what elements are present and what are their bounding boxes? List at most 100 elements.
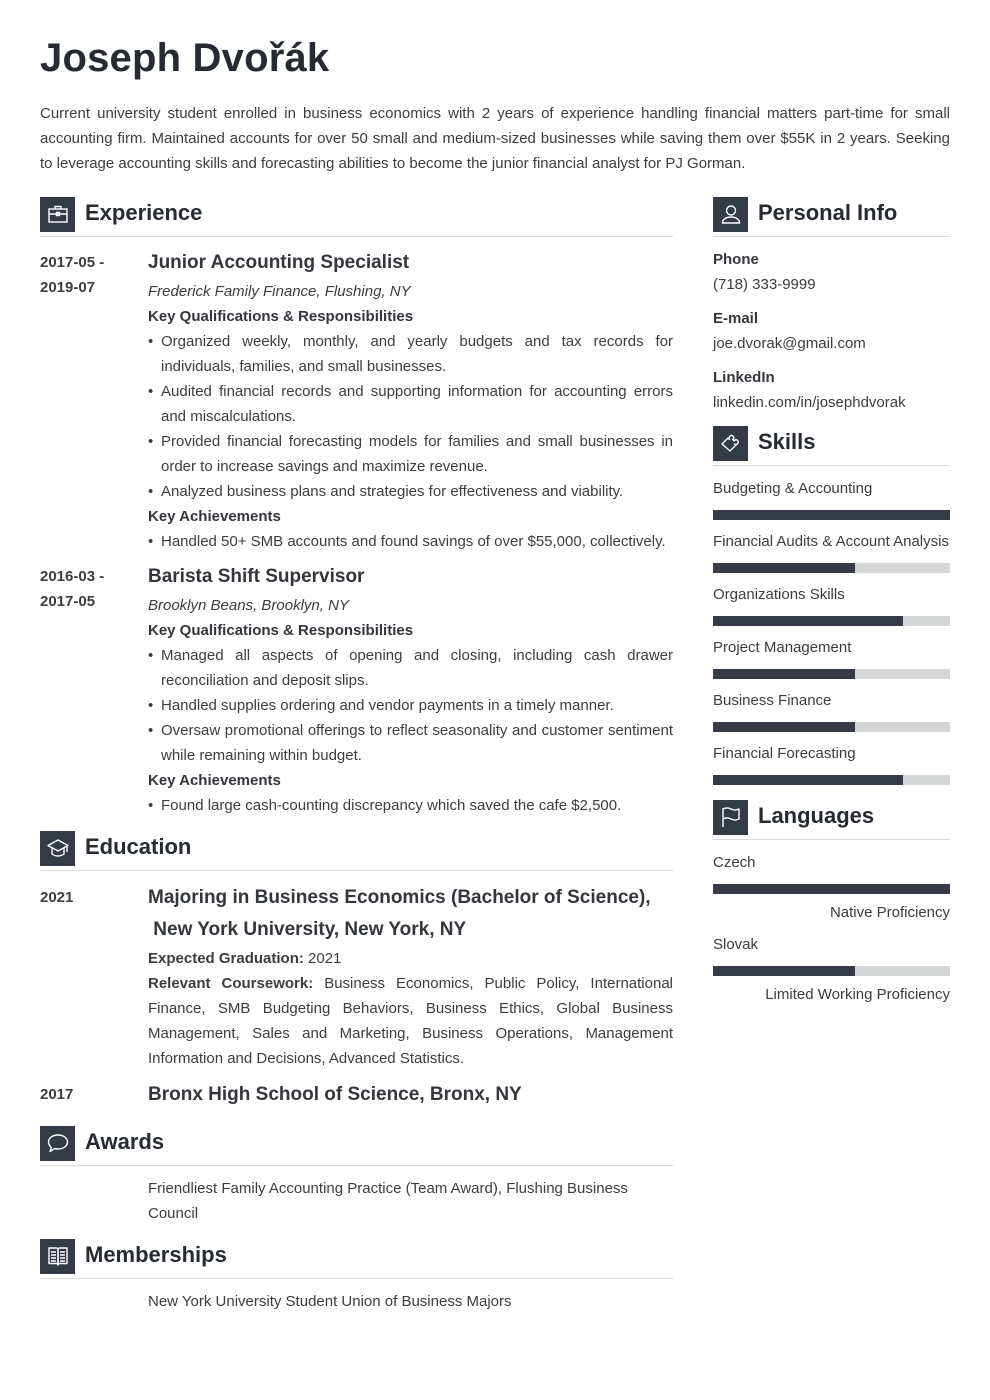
memberships-header: Memberships [40, 1238, 673, 1279]
email-label: E-mail [713, 310, 759, 327]
memberships-title: Memberships [85, 1242, 227, 1267]
qualifications-heading: Key Qualifications & Responsibilities [148, 308, 414, 325]
education-header: Education [40, 830, 673, 871]
achievements-list: Handled 50+ SMB accounts and found savin… [148, 529, 673, 554]
skill-item: Budgeting & Accounting [713, 476, 950, 520]
expected-graduation-label: Expected Graduation: [148, 950, 304, 967]
job-date-end: 2017-05 [40, 593, 96, 610]
list-item: Found large cash-counting discrepancy wh… [148, 793, 673, 818]
puzzle-piece-icon [713, 425, 748, 461]
education-entry: 2021 Majoring in Business Economics (Bac… [40, 882, 673, 1071]
list-item: Audited financial records and supporting… [148, 379, 673, 429]
education-date: 2017 [40, 1086, 74, 1103]
skill-name: Business Finance [713, 692, 832, 709]
linkedin-value[interactable]: linkedin.com/in/josephdvorak [713, 390, 950, 415]
language-name: Czech [713, 854, 756, 871]
awards-section: Awards Friendliest Family Accounting Pra… [40, 1125, 673, 1226]
skill-name: Financial Forecasting [713, 745, 856, 762]
coursework-label: Relevant Coursework: [148, 975, 314, 992]
skill-name: Project Management [713, 639, 852, 656]
language-level-bar [713, 884, 950, 894]
languages-title: Languages [758, 803, 875, 828]
list-item: Analyzed business plans and strategies f… [148, 479, 673, 504]
summary: Current university student enrolled in b… [40, 105, 950, 172]
education-title: Education [85, 834, 192, 859]
job-company: Brooklyn Beans, Brooklyn, NY [148, 597, 349, 614]
job-date-start: 2016-03 - [40, 568, 105, 585]
list-item: Organized weekly, monthly, and yearly bu… [148, 329, 673, 379]
briefcase-icon [40, 196, 75, 232]
skill-item: Business Finance [713, 688, 950, 732]
language-proficiency: Limited Working Proficiency [765, 986, 950, 1003]
skill-item: Financial Forecasting [713, 741, 950, 785]
skill-item: Financial Audits & Account Analysis [713, 529, 950, 573]
list-item: Oversaw promotional offerings to reflect… [148, 718, 673, 768]
language-level-fill [713, 884, 950, 894]
school-line: New York University, New York, NY [148, 919, 467, 940]
award-item: Friendliest Family Accounting Practice (… [148, 1180, 628, 1222]
job-company: Frederick Family Finance, Flushing, NY [148, 283, 411, 300]
degree-line: Majoring in Business Economics (Bachelor… [148, 887, 651, 908]
skill-level-fill [713, 722, 856, 732]
education-date: 2021 [40, 889, 74, 906]
responsibilities-list: Organized weekly, monthly, and yearly bu… [148, 329, 673, 504]
phone-value: (718) 333-9999 [713, 276, 816, 293]
skill-level-bar [713, 722, 950, 732]
skill-level-fill [713, 510, 950, 520]
list-item: Provided financial forecasting models fo… [148, 429, 673, 479]
job-date-end: 2019-07 [40, 279, 96, 296]
list-item: Managed all aspects of opening and closi… [148, 643, 673, 693]
job-title: Junior Accounting Specialist [148, 252, 410, 273]
achievements-list: Found large cash-counting discrepancy wh… [148, 793, 673, 818]
skill-level-fill [713, 563, 856, 573]
skill-item: Project Management [713, 635, 950, 679]
email-value[interactable]: joe.dvorak@gmail.com [713, 331, 950, 356]
degree-title: Majoring in Business Economics (Bachelor… [148, 882, 673, 946]
phone-label: Phone [713, 251, 759, 268]
languages-section: Languages Czech Native Proficiency Slovak L… [713, 799, 950, 1007]
candidate-name: Joseph Dvořák [40, 36, 330, 80]
user-icon [713, 196, 748, 232]
school-title: Bronx High School of Science, Bronx, NY [148, 1084, 522, 1105]
list-item: Handled supplies ordering and vendor pay… [148, 693, 673, 718]
open-book-icon [40, 1238, 75, 1274]
experience-section: Experience 2017-05 - 2019-07 Junior Acco… [40, 196, 673, 818]
skill-level-fill [713, 775, 903, 785]
language-proficiency: Native Proficiency [829, 904, 950, 921]
skill-level-bar [713, 563, 950, 573]
left-column: Experience 2017-05 - 2019-07 Junior Acco… [40, 196, 673, 1314]
skills-header: Skills [713, 425, 950, 466]
skill-item: Organizations Skills [713, 582, 950, 626]
language-item: Czech Native Proficiency [713, 850, 950, 925]
skill-name: Budgeting & Accounting [713, 480, 873, 497]
achievements-heading: Key Achievements [148, 508, 281, 525]
skills-section: Skills Budgeting & Accounting Financial A… [713, 425, 950, 785]
job-dates: 2017-05 - 2019-07 [40, 250, 148, 554]
expected-graduation: Expected Graduation: 2021 [148, 946, 673, 971]
skill-level-bar [713, 775, 950, 785]
language-item: Slovak Limited Working Proficiency [713, 932, 950, 1007]
skill-level-bar [713, 510, 950, 520]
language-name: Slovak [713, 936, 759, 953]
speech-bubble-icon [40, 1125, 75, 1161]
job-dates: 2016-03 - 2017-05 [40, 564, 148, 818]
language-level-fill [713, 966, 856, 976]
expected-graduation-value: 2021 [308, 950, 342, 967]
right-column: Personal Info Phone (718) 333-9999 E-mai… [713, 196, 950, 1007]
awards-title: Awards [85, 1129, 165, 1154]
job-title: Barista Shift Supervisor [148, 566, 365, 587]
experience-title: Experience [85, 200, 203, 225]
membership-item: New York University Student Union of Bus… [148, 1293, 512, 1310]
skills-list: Budgeting & Accounting Financial Audits &… [713, 476, 950, 785]
job-entry: 2016-03 - 2017-05 Barista Shift Supervis… [40, 564, 673, 818]
list-item: Handled 50+ SMB accounts and found savin… [148, 529, 673, 554]
skill-name: Financial Audits & Account Analysis [713, 533, 949, 550]
responsibilities-list: Managed all aspects of opening and closi… [148, 643, 673, 768]
job-entry: 2017-05 - 2019-07 Junior Accounting Spec… [40, 250, 673, 554]
linkedin-label: LinkedIn [713, 369, 775, 386]
personal-info-section: Personal Info Phone (718) 333-9999 E-mai… [713, 196, 950, 415]
personal-info-title: Personal Info [758, 200, 898, 225]
graduation-cap-icon [40, 830, 75, 866]
skill-level-bar [713, 669, 950, 679]
personal-info-header: Personal Info [713, 196, 950, 237]
